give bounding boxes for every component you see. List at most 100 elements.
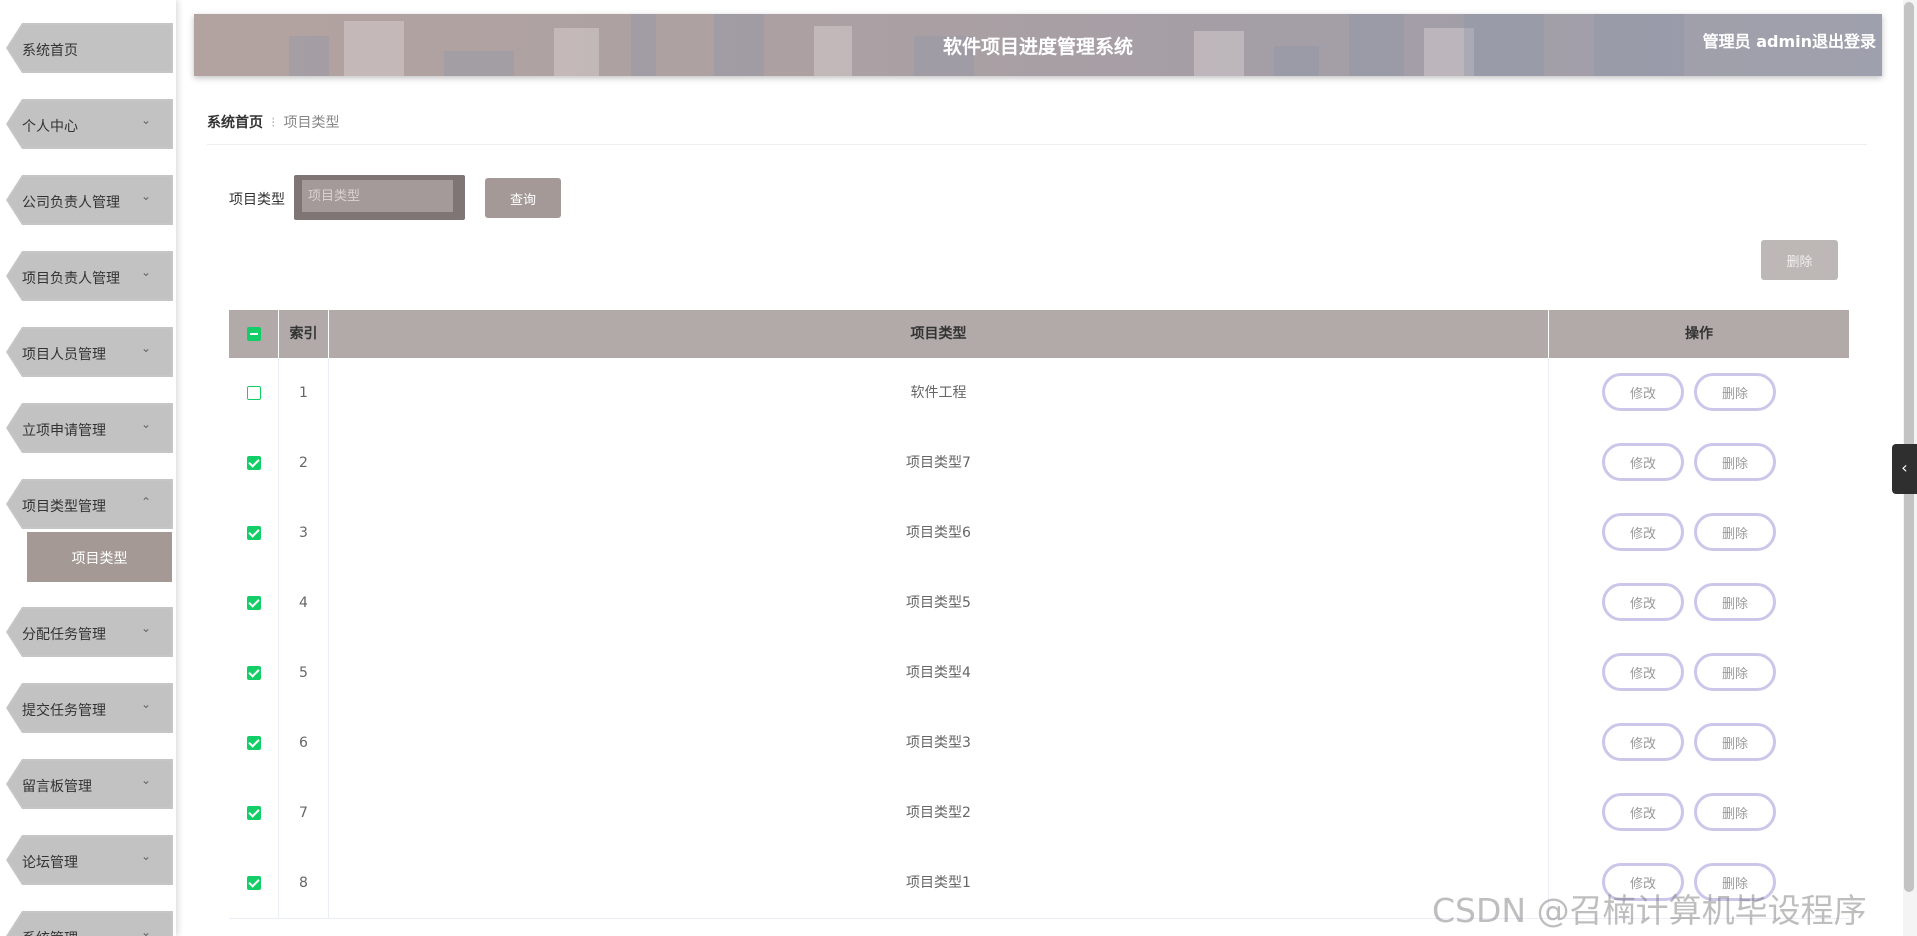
- edit-button[interactable]: 修改: [1602, 653, 1684, 691]
- actions-cell: 修改 删除: [1549, 428, 1849, 498]
- chevron-down-icon: ⌄: [140, 849, 151, 863]
- sidebar-item-submit-task[interactable]: 提交任务管理 ⌄: [6, 683, 173, 733]
- row-checkbox[interactable]: [247, 666, 261, 680]
- chevron-down-icon: ⌄: [140, 189, 151, 203]
- delete-button[interactable]: 删除: [1694, 793, 1776, 831]
- index-cell: 5: [279, 638, 329, 708]
- index-cell: 1: [279, 358, 329, 428]
- table-row: 6 项目类型3 修改 删除: [229, 708, 1849, 779]
- delete-button[interactable]: 删除: [1694, 373, 1776, 411]
- type-cell: 项目类型5: [329, 568, 1549, 638]
- sidebar-item-message-board[interactable]: 留言板管理 ⌄: [6, 759, 173, 809]
- chevron-left-icon[interactable]: ‹: [1892, 444, 1917, 494]
- batch-delete-button[interactable]: 删除: [1761, 240, 1838, 280]
- sidebar-item-project-leader[interactable]: 项目负责人管理 ⌄: [6, 251, 173, 301]
- type-cell: 项目类型4: [329, 638, 1549, 708]
- header-banner: 软件项目进度管理系统 管理员 admin 退出登录: [194, 14, 1882, 76]
- breadcrumb-home[interactable]: 系统首页: [207, 115, 263, 131]
- logout-link[interactable]: 退出登录: [1812, 28, 1876, 52]
- sidebar-item-label: 立项申请管理: [22, 423, 106, 439]
- delete-button[interactable]: 删除: [1694, 723, 1776, 761]
- actions-cell: 修改 删除: [1549, 708, 1849, 778]
- breadcrumb: 系统首页 ⁝ 项目类型: [207, 112, 339, 132]
- type-cell: 项目类型6: [329, 498, 1549, 568]
- chevron-down-icon: ⌄: [140, 697, 151, 711]
- actions-cell: 修改 删除: [1549, 568, 1849, 638]
- breadcrumb-current: 项目类型: [283, 115, 340, 131]
- sidebar-item-assign-task[interactable]: 分配任务管理 ⌄: [6, 607, 173, 657]
- sidebar-item-project-staff[interactable]: 项目人员管理 ⌄: [6, 327, 173, 377]
- edit-button[interactable]: 修改: [1602, 443, 1684, 481]
- search-input[interactable]: [302, 180, 453, 212]
- column-header-type: 项目类型: [329, 310, 1549, 358]
- index-cell: 6: [279, 708, 329, 778]
- query-button[interactable]: 查询: [485, 178, 561, 218]
- select-cell: [229, 708, 279, 778]
- sidebar-item-label: 公司负责人管理: [22, 195, 120, 211]
- sidebar-item-system[interactable]: 系统管理 ⌄: [6, 911, 173, 936]
- edit-button[interactable]: 修改: [1602, 723, 1684, 761]
- row-checkbox[interactable]: [247, 806, 261, 820]
- row-checkbox[interactable]: [247, 876, 261, 890]
- delete-button[interactable]: 删除: [1694, 513, 1776, 551]
- chevron-down-icon: ⌄: [140, 341, 151, 355]
- sidebar-item-label: 分配任务管理: [22, 627, 106, 643]
- select-cell: [229, 638, 279, 708]
- edit-button[interactable]: 修改: [1602, 513, 1684, 551]
- sidebar-item-label: 系统首页: [22, 43, 78, 59]
- type-cell: 项目类型2: [329, 778, 1549, 848]
- sidebar-item-label: 项目人员管理: [22, 347, 106, 363]
- sidebar-item-personal-center[interactable]: 个人中心 ⌄: [6, 99, 173, 149]
- type-cell: 项目类型7: [329, 428, 1549, 498]
- chevron-down-icon: ⌄: [140, 925, 151, 936]
- select-cell: [229, 848, 279, 918]
- chevron-down-icon: ⌄: [140, 773, 151, 787]
- chevron-down-icon: ⌄: [140, 265, 151, 279]
- table-row: 4 项目类型5 修改 删除: [229, 568, 1849, 639]
- row-checkbox[interactable]: [247, 736, 261, 750]
- table-row: 3 项目类型6 修改 删除: [229, 498, 1849, 569]
- edit-button[interactable]: 修改: [1602, 373, 1684, 411]
- sidebar-item-project-type[interactable]: 项目类型管理 ⌃: [6, 479, 173, 529]
- header-select-cell: [229, 310, 279, 358]
- sidebar-item-label: 项目类型管理: [22, 499, 106, 515]
- select-all-checkbox[interactable]: [247, 327, 261, 341]
- chevron-up-icon: ⌃: [140, 495, 151, 509]
- delete-button[interactable]: 删除: [1694, 653, 1776, 691]
- sidebar-item-label: 留言板管理: [22, 779, 92, 795]
- row-checkbox[interactable]: [247, 526, 261, 540]
- app-title: 软件项目进度管理系统: [942, 36, 1133, 58]
- divider: [207, 144, 1867, 145]
- sidebar-item-label: 个人中心: [22, 119, 78, 135]
- sidebar-item-label: 系统管理: [22, 928, 78, 936]
- index-cell: 2: [279, 428, 329, 498]
- sidebar-item-forum[interactable]: 论坛管理 ⌄: [6, 835, 173, 885]
- edit-button[interactable]: 修改: [1602, 583, 1684, 621]
- delete-button[interactable]: 删除: [1694, 583, 1776, 621]
- row-checkbox[interactable]: [247, 596, 261, 610]
- watermark: CSDN @召楠计算机毕设程序: [1432, 891, 1867, 930]
- chevron-down-icon: ⌄: [140, 113, 151, 127]
- column-header-actions: 操作: [1685, 326, 1713, 342]
- index-cell: 4: [279, 568, 329, 638]
- sidebar-item-company-leader[interactable]: 公司负责人管理 ⌄: [6, 175, 173, 225]
- sidebar-item-label: 论坛管理: [22, 855, 78, 871]
- edit-button[interactable]: 修改: [1602, 793, 1684, 831]
- row-checkbox[interactable]: [247, 386, 261, 400]
- chevron-down-icon: ⌄: [140, 417, 151, 431]
- table-row: 5 项目类型4 修改 删除: [229, 638, 1849, 709]
- sidebar-item-project-application[interactable]: 立项申请管理 ⌄: [6, 403, 173, 453]
- select-cell: [229, 428, 279, 498]
- delete-button[interactable]: 删除: [1694, 443, 1776, 481]
- chevron-down-icon: ⌄: [140, 621, 151, 635]
- sidebar-item-label: 项目负责人管理: [22, 271, 120, 287]
- submenu-item-label: 项目类型: [71, 551, 128, 567]
- submenu-item-project-type[interactable]: 项目类型: [27, 532, 172, 582]
- table-row: 2 项目类型7 修改 删除: [229, 428, 1849, 499]
- row-checkbox[interactable]: [247, 456, 261, 470]
- table-row: 7 项目类型2 修改 删除: [229, 778, 1849, 849]
- sidebar: 系统首页 个人中心 ⌄ 公司负责人管理 ⌄ 项目负责人管理 ⌄ 项目人员管理 ⌄ 立项申…: [0, 0, 176, 936]
- actions-cell: 修改 删除: [1549, 358, 1849, 428]
- select-cell: [229, 358, 279, 428]
- sidebar-item-home[interactable]: 系统首页: [6, 23, 173, 73]
